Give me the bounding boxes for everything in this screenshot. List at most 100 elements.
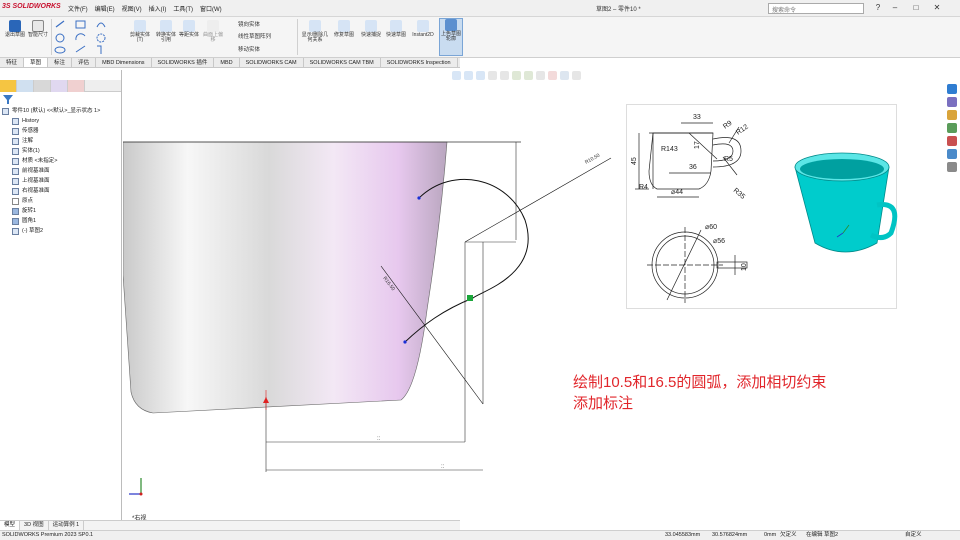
ellipse-tool-icon[interactable] xyxy=(54,46,66,54)
custom-properties-icon[interactable] xyxy=(947,149,957,159)
tab-features[interactable]: 特征 xyxy=(0,58,25,67)
file-explorer-icon[interactable] xyxy=(947,110,957,120)
tab-sketch[interactable]: 草图 xyxy=(24,58,49,67)
mirror-entities-button[interactable]: 镜向实体 xyxy=(238,20,260,28)
centerline-tool-icon[interactable] xyxy=(97,45,102,54)
tab-model[interactable]: 模型 xyxy=(0,521,21,530)
trim-icon xyxy=(134,20,146,32)
tree-root[interactable]: 零件10 (默认) <<默认>_显示状态 1> xyxy=(2,106,120,116)
zoom-to-area-icon[interactable] xyxy=(464,71,473,80)
tree-item-sketch2[interactable]: (-) 草图2 xyxy=(2,226,120,236)
maximize-icon[interactable]: □ xyxy=(911,3,921,13)
polygon-tool-icon[interactable] xyxy=(96,33,106,43)
tab-cam-tbm[interactable]: SOLIDWORKS CAM TBM xyxy=(304,58,381,67)
dimension-text-1[interactable]: :: xyxy=(377,436,381,442)
help-icon[interactable]: ? xyxy=(873,3,883,13)
linear-pattern-button[interactable]: 线性草图阵列 xyxy=(238,32,271,40)
spline-tool-icon[interactable] xyxy=(96,22,106,28)
section-view-icon[interactable] xyxy=(488,71,497,80)
view-orientation-icon[interactable] xyxy=(512,71,521,80)
view-palette-icon[interactable] xyxy=(947,123,957,133)
config-manager-tab-icon[interactable] xyxy=(34,80,51,92)
resources-icon[interactable] xyxy=(947,84,957,94)
line-tool-icon[interactable] xyxy=(55,20,65,28)
tab-markup[interactable]: 标注 xyxy=(48,58,73,67)
menu-window[interactable]: 窗口(W) xyxy=(200,4,222,13)
instant2d-button[interactable]: Instant2D xyxy=(410,20,436,38)
cup-body[interactable] xyxy=(123,141,448,414)
convert-entities-button[interactable]: 转换实体引用 xyxy=(154,20,178,43)
tree-item-solid-bodies[interactable]: 实体(1) xyxy=(2,146,120,156)
tree-item-sensors[interactable]: 传感器 xyxy=(2,126,120,136)
offset-entities-button[interactable]: 等距实体 xyxy=(178,20,200,38)
mug-render xyxy=(794,152,898,253)
feature-tree-tab-icon[interactable] xyxy=(0,80,17,92)
tab-inspection[interactable]: SOLIDWORKS Inspection xyxy=(381,58,458,67)
forum-icon[interactable] xyxy=(947,162,957,172)
tree-item-revolve1[interactable]: 旋转1 xyxy=(2,206,120,216)
trim-entities-button[interactable]: 剪裁实体(T) xyxy=(128,20,152,43)
tab-evaluate[interactable]: 评估 xyxy=(72,58,97,67)
status-units[interactable]: 自定义 xyxy=(905,531,922,540)
menu-tools[interactable]: 工具(T) xyxy=(173,4,193,13)
zoom-to-fit-icon[interactable] xyxy=(452,71,461,80)
move-entities-button[interactable]: 移动实体 xyxy=(238,45,260,53)
tab-motion-study[interactable]: 运动算例 1 xyxy=(49,521,85,530)
tutorial-annotation: 绘制10.5和16.5的圆弧，添加相切约束 添加标注 xyxy=(573,372,903,414)
filter-icon[interactable] xyxy=(3,95,13,104)
rectangle-tool-icon[interactable] xyxy=(75,20,86,29)
tree-item-material[interactable]: 材质 <未指定> xyxy=(2,156,120,166)
radius-label-upper[interactable]: R10.50 xyxy=(584,153,601,166)
tree-item-top-plane[interactable]: 上视基准面 xyxy=(2,176,120,186)
edit-appearance-icon[interactable] xyxy=(548,71,557,80)
ref-label-r12: R12 xyxy=(735,123,750,136)
tab-3d-views[interactable]: 3D 视图 xyxy=(20,521,49,530)
dynamic-annotation-icon[interactable] xyxy=(500,71,509,80)
tree-item-history[interactable]: History xyxy=(2,116,120,126)
tree-item-fillet1[interactable]: 圆角1 xyxy=(2,216,120,226)
display-relations-button[interactable]: 显示/删除几何关系 xyxy=(300,20,330,43)
history-icon xyxy=(12,117,19,125)
quick-snaps-button[interactable]: 快速捕捉 xyxy=(360,20,382,38)
smart-dimension-button[interactable]: 智能尺寸 xyxy=(27,20,49,38)
tab-cam[interactable]: SOLIDWORKS CAM xyxy=(240,58,304,67)
view-settings-icon[interactable] xyxy=(572,71,581,80)
sketch-endpoint[interactable] xyxy=(403,340,407,344)
search-input[interactable]: 搜索命令 xyxy=(768,3,864,14)
menu-edit[interactable]: 编辑(E) xyxy=(95,4,115,13)
close-icon[interactable]: ✕ xyxy=(932,3,942,13)
circle-tool-icon[interactable] xyxy=(55,33,65,43)
shaded-sketch-contours-button[interactable]: 上色草图轮廓 xyxy=(439,18,463,56)
tab-addins[interactable]: SOLIDWORKS 插件 xyxy=(152,58,215,67)
arc-tool-icon[interactable] xyxy=(75,33,86,41)
tab-mbd[interactable]: MBD xyxy=(214,58,240,67)
sketch-endpoint[interactable] xyxy=(417,196,421,200)
fillet-tool-icon[interactable] xyxy=(75,45,86,53)
exit-sketch-button[interactable]: 退出草图 xyxy=(4,20,26,38)
revolve-icon xyxy=(12,207,19,215)
dimension-text-2[interactable]: :: xyxy=(441,464,445,470)
display-manager-tab-icon[interactable] xyxy=(68,80,85,92)
appearances-icon[interactable] xyxy=(947,136,957,146)
minimize-icon[interactable]: – xyxy=(890,3,900,13)
tree-item-front-plane[interactable]: 前视基准面 xyxy=(2,166,120,176)
tree-item-right-plane[interactable]: 右视基准面 xyxy=(2,186,120,196)
design-library-icon[interactable] xyxy=(947,97,957,107)
previous-view-icon[interactable] xyxy=(476,71,485,80)
apply-scene-icon[interactable] xyxy=(560,71,569,80)
display-style-icon[interactable] xyxy=(524,71,533,80)
dimxpert-tab-icon[interactable] xyxy=(51,80,68,92)
tangent-relation-icon[interactable] xyxy=(467,295,473,301)
property-manager-tab-icon[interactable] xyxy=(17,80,34,92)
tree-item-origin[interactable]: 原点 xyxy=(2,196,120,206)
ribbon-separator xyxy=(297,19,298,55)
menu-insert[interactable]: 插入(I) xyxy=(149,4,167,13)
menu-view[interactable]: 视图(V) xyxy=(122,4,142,13)
hide-show-items-icon[interactable] xyxy=(536,71,545,80)
repair-sketch-button[interactable]: 修复草图 xyxy=(333,20,355,38)
rapid-sketch-button[interactable]: 快速草图 xyxy=(385,20,407,38)
offset-on-surface-button[interactable]: 曲面上偏移 xyxy=(201,20,225,43)
tree-item-annotations[interactable]: 注解 xyxy=(2,136,120,146)
menu-file[interactable]: 文件(F) xyxy=(68,4,88,13)
tab-mbd-dimensions[interactable]: MBD Dimensions xyxy=(96,58,152,67)
